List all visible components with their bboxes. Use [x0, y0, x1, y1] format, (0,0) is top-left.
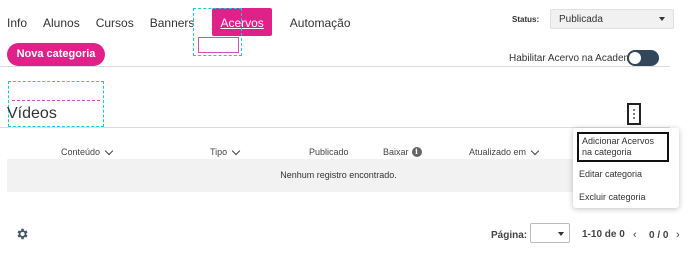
column-header-label: Conteúdo [61, 147, 101, 157]
tab-info[interactable]: Info [0, 8, 35, 36]
column-header-label: Publicado [309, 147, 349, 157]
column-header-baixar: Baixar i [383, 147, 422, 157]
column-header-tipo[interactable]: Tipo [210, 146, 241, 157]
status-label: Status: [512, 15, 540, 24]
kebab-menu-icon[interactable] [627, 103, 641, 125]
column-header-label: Atualizado em [469, 147, 527, 157]
menu-item-edit-category[interactable]: Editar categoria [579, 169, 642, 180]
next-page-button[interactable]: › [676, 229, 680, 241]
tab-banners[interactable]: Banners [142, 8, 203, 36]
empty-state-row: Nenhum registro encontrado. [7, 159, 670, 192]
enable-acervo-label: Habilitar Acervo na Academia [509, 53, 640, 64]
column-header-label: Baixar [383, 147, 409, 157]
enable-acervo-toggle[interactable] [627, 50, 659, 66]
column-header-conteudo[interactable]: Conteúdo [61, 146, 114, 157]
status-select[interactable]: Publicada [550, 9, 674, 29]
menu-item-delete-category[interactable]: Excluir categoria [579, 192, 646, 203]
nav-tabs: Info Alunos Cursos Banners Acervos Autom… [0, 8, 359, 36]
tab-automacao[interactable]: Automação [282, 8, 359, 36]
status-select-value: Publicada [559, 14, 603, 25]
page-select[interactable] [530, 223, 570, 243]
divider [0, 66, 670, 67]
pagination-label: Página: [491, 230, 528, 241]
chevron-down-icon [231, 146, 241, 155]
category-actions-menu: Adicionar Acervos na categoria Editar ca… [573, 128, 679, 208]
tab-alunos[interactable]: Alunos [35, 8, 88, 36]
tab-gap [202, 8, 212, 36]
column-header-publicado: Publicado [309, 147, 349, 157]
column-header-atualizado[interactable]: Atualizado em [469, 146, 540, 157]
menu-item-add-acervos[interactable]: Adicionar Acervos na categoria [577, 132, 669, 162]
pagination-count: 0 / 0 [649, 230, 669, 241]
chevron-down-icon [530, 146, 540, 155]
tab-acervos[interactable]: Acervos [212, 8, 272, 36]
new-category-button[interactable]: Nova categoria [7, 43, 105, 66]
prev-page-button[interactable]: ‹ [633, 229, 637, 241]
section-title: Vídeos [7, 105, 57, 122]
chevron-down-icon [558, 232, 564, 236]
pagination-range: 1-10 de 0 [582, 229, 625, 240]
tab-gap [272, 8, 282, 36]
tab-cursos[interactable]: Cursos [88, 8, 142, 36]
divider [0, 127, 670, 128]
toggle-knob [629, 52, 641, 64]
settings-gear-icon[interactable] [15, 227, 29, 241]
chevron-down-icon [104, 146, 114, 155]
column-header-label: Tipo [210, 147, 228, 157]
chevron-down-icon [659, 17, 665, 21]
info-icon[interactable]: i [411, 147, 422, 157]
